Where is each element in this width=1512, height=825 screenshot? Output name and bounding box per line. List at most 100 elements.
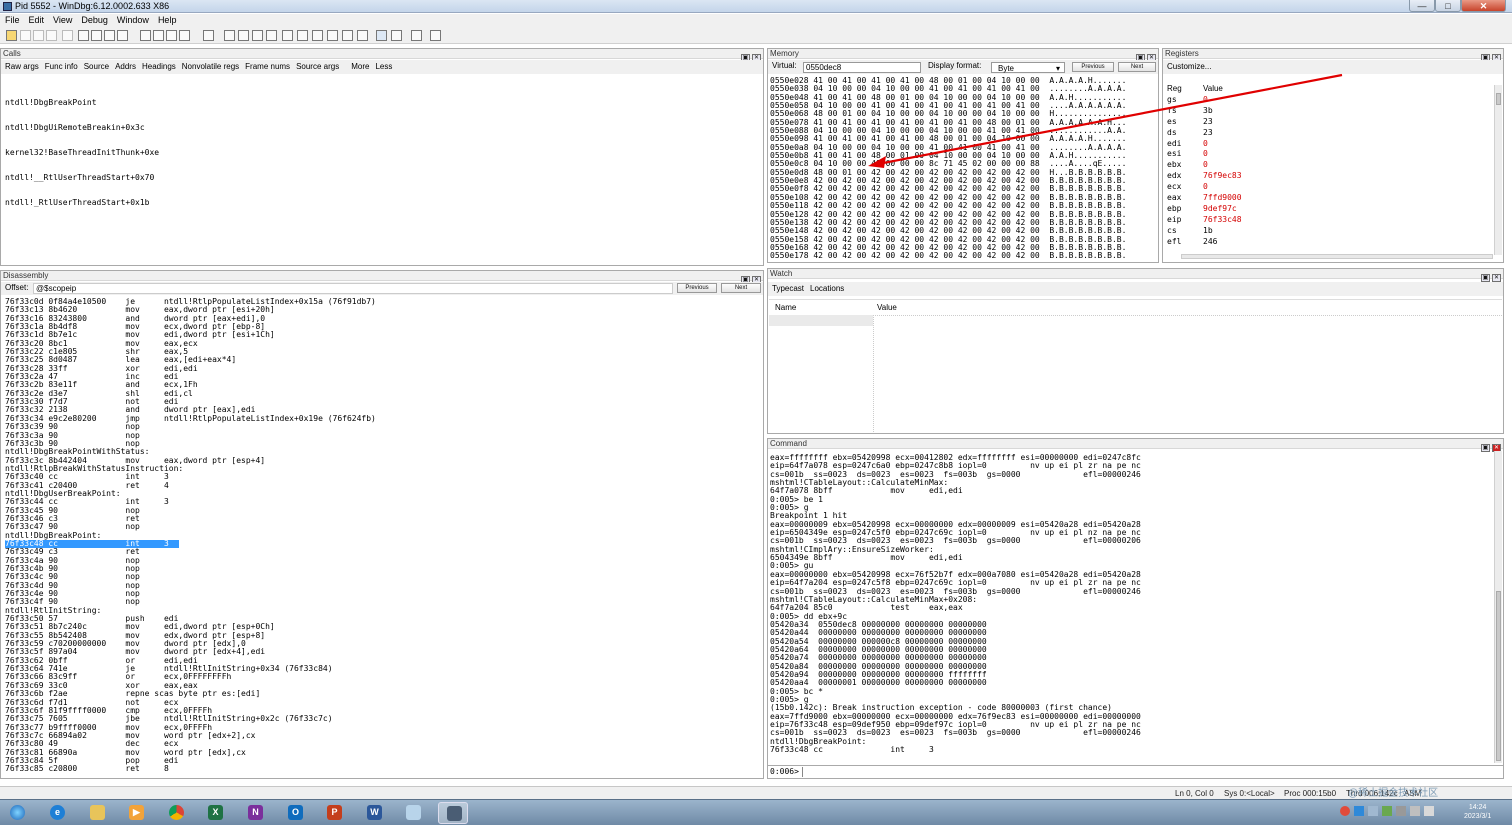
call-stack-window-icon[interactable]: [297, 30, 308, 41]
dock-icon[interactable]: ▣: [1481, 444, 1490, 452]
watch-new-row[interactable]: [769, 315, 873, 326]
tray-flag-icon[interactable]: [1396, 806, 1406, 816]
restart-icon[interactable]: [78, 30, 89, 41]
close-pane-icon[interactable]: ✕: [1492, 274, 1501, 282]
offset-input[interactable]: @$scopeip: [33, 283, 673, 294]
raw-args-button[interactable]: Raw args: [5, 61, 39, 73]
tray-volume-icon[interactable]: [1382, 806, 1392, 816]
command-scrollbar[interactable]: [1494, 451, 1502, 763]
registers-scrollbar[interactable]: [1494, 85, 1502, 255]
command-output-line[interactable]: 0:005> bc *: [770, 687, 1141, 696]
disassembly-previous-button[interactable]: Previous: [677, 283, 717, 293]
taskbar-excel[interactable]: X: [200, 802, 230, 824]
disassembly-window-icon[interactable]: [312, 30, 323, 41]
registers-window-icon[interactable]: [266, 30, 277, 41]
breakpoint-hand-icon[interactable]: [203, 30, 214, 41]
dock-icon[interactable]: ▣: [1481, 274, 1490, 282]
command-output-line[interactable]: 0:005> be 1: [770, 495, 1141, 504]
tray-input-icon[interactable]: [1424, 806, 1434, 816]
scrollbar-thumb[interactable]: [1496, 93, 1501, 105]
func-info-button[interactable]: Func info: [45, 61, 78, 73]
tray-clock[interactable]: 14:24 2023/3/1: [1464, 803, 1491, 821]
minimize-button[interactable]: —: [1409, 0, 1435, 12]
copy-icon[interactable]: [33, 30, 44, 41]
command-input[interactable]: [802, 767, 1501, 777]
start-button[interactable]: [2, 802, 32, 824]
register-row[interactable]: ecx 0: [1167, 182, 1493, 193]
typecast-button[interactable]: Typecast: [772, 283, 804, 295]
register-value[interactable]: 9def97c: [1203, 204, 1237, 215]
taskbar-windbg[interactable]: [438, 802, 468, 824]
scrollbar-thumb[interactable]: [1496, 591, 1501, 761]
open-icon[interactable]: [6, 30, 17, 41]
options-icon[interactable]: [430, 30, 441, 41]
taskbar-media[interactable]: ▶: [121, 802, 151, 824]
hex-display-icon[interactable]: [391, 30, 402, 41]
command-output-line[interactable]: 05420aa4 00000001 00000000 00000000 0000…: [770, 678, 1141, 687]
step-out-icon[interactable]: [166, 30, 177, 41]
addrs-button[interactable]: Addrs: [115, 61, 136, 73]
break-icon[interactable]: [117, 30, 128, 41]
disassembly-next-button[interactable]: Next: [721, 283, 761, 293]
maximize-button[interactable]: □: [1435, 0, 1461, 12]
register-row[interactable]: eax 7ffd9000: [1167, 193, 1493, 204]
locations-button[interactable]: Locations: [810, 283, 844, 295]
step-into-icon[interactable]: [140, 30, 151, 41]
disassembly-line[interactable]: 76f33c85 c20800 ret 8: [5, 764, 376, 773]
run-to-cursor-icon[interactable]: [179, 30, 190, 41]
source-mode-toggle-icon[interactable]: [376, 30, 387, 41]
frame-nums-button[interactable]: Frame nums: [245, 61, 290, 73]
taskbar-outlook[interactable]: O: [280, 802, 310, 824]
memory-window-icon[interactable]: [282, 30, 293, 41]
source-button[interactable]: Source: [84, 61, 109, 73]
menu-window[interactable]: Window: [113, 14, 153, 27]
menu-debug[interactable]: Debug: [77, 14, 112, 27]
memory-row[interactable]: 0550e178 42 00 42 00 42 00 42 00 42 00 4…: [770, 251, 1126, 260]
tray-network-icon[interactable]: [1354, 806, 1364, 816]
call-frame[interactable]: ntdll!DbgUiRemoteBreakin+0x3c: [5, 123, 159, 132]
register-row[interactable]: eip 76f33c48: [1167, 215, 1493, 226]
locals-window-icon[interactable]: [252, 30, 263, 41]
register-row[interactable]: efl 246: [1167, 237, 1493, 248]
register-row[interactable]: cs 1b: [1167, 226, 1493, 237]
menu-file[interactable]: File: [1, 14, 24, 27]
registers-hscrollbar[interactable]: [1181, 254, 1493, 259]
detach-icon[interactable]: [104, 30, 115, 41]
command-window-icon[interactable]: [224, 30, 235, 41]
register-row[interactable]: ebp 9def97c: [1167, 204, 1493, 215]
command-output-line[interactable]: 76f33c48 cc int 3: [770, 745, 1141, 754]
headings-button[interactable]: Headings: [142, 61, 176, 73]
taskbar-onenote[interactable]: N: [240, 802, 270, 824]
less-button[interactable]: Less: [375, 61, 392, 73]
register-value[interactable]: 76f33c48: [1203, 215, 1242, 226]
register-value[interactable]: 1b: [1203, 226, 1213, 237]
command-output-line[interactable]: 6504349e 8bff mov edi,edi: [770, 553, 1141, 562]
tray-app-icon[interactable]: [1340, 806, 1350, 816]
stop-debugging-icon[interactable]: [91, 30, 102, 41]
register-value[interactable]: 7ffd9000: [1203, 193, 1242, 204]
source-args-button[interactable]: Source args: [296, 61, 339, 73]
taskbar-chrome[interactable]: [161, 802, 191, 824]
more-button[interactable]: More: [351, 61, 369, 73]
font-icon[interactable]: [411, 30, 422, 41]
taskbar-powerpoint[interactable]: P: [319, 802, 349, 824]
processes-threads-icon[interactable]: [342, 30, 353, 41]
tray-help-icon[interactable]: [1368, 806, 1378, 816]
paste-icon[interactable]: [46, 30, 57, 41]
menu-view[interactable]: View: [49, 14, 76, 27]
call-frame[interactable]: ntdll!__RtlUserThreadStart+0x70: [5, 173, 159, 182]
step-over-icon[interactable]: [153, 30, 164, 41]
command-output-line[interactable]: 64f7a078 8bff mov edi,edi: [770, 487, 1141, 496]
nonvolatile-regs-button[interactable]: Nonvolatile regs: [182, 61, 239, 73]
go-icon[interactable]: [62, 30, 73, 41]
menu-help[interactable]: Help: [154, 14, 181, 27]
taskbar-word[interactable]: W: [359, 802, 389, 824]
tray-battery-icon[interactable]: [1410, 806, 1420, 816]
cut-icon[interactable]: [20, 30, 31, 41]
call-frame[interactable]: kernel32!BaseThreadInitThunk+0xe: [5, 148, 159, 157]
call-frame[interactable]: ntdll!_RtlUserThreadStart+0x1b: [5, 198, 159, 207]
scratch-pad-icon[interactable]: [327, 30, 338, 41]
disassembly-line[interactable]: ntdll!DbgBreakPoint:: [5, 531, 376, 540]
watch-window-icon[interactable]: [238, 30, 249, 41]
register-value[interactable]: 0: [1203, 182, 1208, 193]
